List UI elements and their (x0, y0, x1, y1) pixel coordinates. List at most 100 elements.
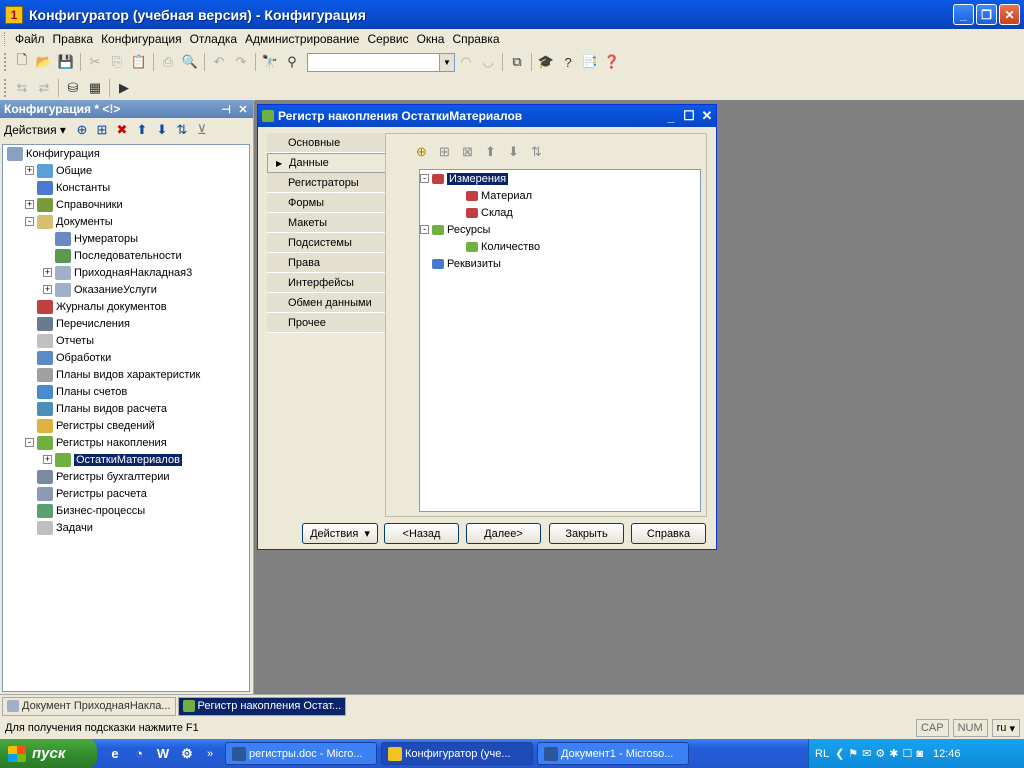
word-icon[interactable]: W (153, 744, 173, 764)
config-tree-item[interactable]: Регистры сведений (25, 417, 155, 434)
menu-file[interactable]: Файл (11, 32, 49, 46)
dialog-tab[interactable]: Регистраторы (267, 173, 385, 193)
config-tree-item[interactable]: Последовательности (43, 247, 182, 264)
config-tree-item[interactable]: Нумераторы (43, 230, 138, 247)
expander-icon[interactable]: + (25, 200, 34, 209)
add-child-icon[interactable]: ⊞ (92, 122, 112, 138)
show-desktop-icon[interactable]: ⚙ (177, 744, 197, 764)
config-tree-item[interactable]: Регистры бухгалтерии (25, 468, 170, 485)
expander-icon[interactable]: + (25, 166, 34, 175)
structure-tree-item[interactable]: - Ресурсы (420, 221, 490, 238)
structure-tree-item[interactable]: Материал (454, 187, 532, 204)
config-tree-item[interactable]: Отчеты (25, 332, 94, 349)
tray-icon-3[interactable]: ⚙ (875, 747, 885, 760)
move-down-icon[interactable]: ⬇ (152, 122, 172, 138)
structure-tree-item[interactable]: Количество (454, 238, 540, 255)
copy-icon[interactable]: ⎘ (106, 51, 128, 73)
task-configurator[interactable]: Конфигуратор (уче... (381, 742, 533, 765)
config-tree-item[interactable]: Конфигурация (7, 145, 100, 162)
config-tree-item[interactable]: + Общие (25, 162, 92, 179)
cut-icon[interactable]: ✂ (84, 51, 106, 73)
menu-configuration[interactable]: Конфигурация (97, 32, 186, 46)
dialog-tab[interactable]: Макеты (267, 213, 385, 233)
new-file-icon[interactable]: 🗋 (11, 51, 33, 73)
panel-actions-button[interactable]: Действия ▾ (4, 123, 66, 137)
help-contents-icon[interactable]: 📑 (579, 51, 601, 73)
dialog-tab[interactable]: Обмен данными (267, 293, 385, 313)
config-tree-item[interactable]: - Документы (25, 213, 113, 230)
copy-item-icon[interactable]: ⊞ (433, 144, 456, 160)
help-1c-icon[interactable]: ❓ (601, 51, 623, 73)
explorer-icon[interactable]: ◔ (129, 744, 149, 764)
add-item-icon[interactable]: ⊕ (410, 144, 433, 160)
print-icon[interactable]: ⎙ (157, 51, 179, 73)
close-dialog-button[interactable]: Закрыть (549, 523, 624, 544)
config-tree-item[interactable]: + ПриходнаяНакладная3 (43, 264, 192, 281)
config-tree-item[interactable]: Обработки (25, 349, 111, 366)
config-tree-item[interactable]: Задачи (25, 519, 93, 536)
config-tree-item[interactable]: Планы счетов (25, 383, 127, 400)
tray-icon-4[interactable]: ✱ (889, 747, 898, 760)
next-button[interactable]: Далее> (466, 523, 541, 544)
config-tree-item[interactable]: + Справочники (25, 196, 123, 213)
menu-service[interactable]: Сервис (363, 32, 412, 46)
tray-icon-2[interactable]: ✉ (862, 747, 871, 760)
config-tree-item[interactable]: Планы видов характеристик (25, 366, 200, 383)
help-search-icon[interactable]: ? (557, 51, 579, 73)
delete-icon[interactable]: ✖ (112, 122, 132, 138)
help-button[interactable]: Справка (631, 523, 706, 544)
close-button[interactable]: ✕ (999, 4, 1020, 25)
minimize-button[interactable]: _ (953, 4, 974, 25)
task-word-registers[interactable]: регистры.doc - Micro... (225, 742, 377, 765)
filter-icon[interactable]: ⊻ (192, 122, 212, 138)
dialog-tab[interactable]: Формы (267, 193, 385, 213)
dialog-tab[interactable]: Подсистемы (267, 233, 385, 253)
add-icon[interactable]: ⊕ (72, 122, 92, 138)
dialog-maximize-icon[interactable]: ☐ (680, 108, 698, 124)
dialog-tab[interactable]: Основные (267, 133, 385, 153)
task-word-document1[interactable]: Документ1 - Microso... (537, 742, 689, 765)
tray-icon-5[interactable]: ☐ (902, 747, 912, 760)
save-icon[interactable]: 💾 (55, 51, 77, 73)
restore-button[interactable]: ❐ (976, 4, 997, 25)
compare-icon[interactable]: ⇆ (11, 77, 33, 99)
quicklaunch-expand-icon[interactable]: » (207, 748, 221, 760)
preview-icon[interactable]: 🔍 (179, 51, 201, 73)
undo-icon[interactable]: ↶ (208, 51, 230, 73)
down-item-icon[interactable]: ⬇ (502, 144, 525, 160)
ie-icon[interactable]: e (105, 744, 125, 764)
search-combo[interactable]: ▼ (307, 52, 455, 72)
pin-icon[interactable]: ⊣ (219, 103, 233, 116)
up-item-icon[interactable]: ⬆ (479, 144, 502, 160)
panel-close-icon[interactable]: ✕ (236, 103, 250, 116)
dialog-actions-button[interactable]: Действия ▾ (302, 523, 378, 544)
expander-icon[interactable]: + (43, 285, 52, 294)
menu-administration[interactable]: Администрирование (241, 32, 363, 46)
configuration-tree[interactable]: Конфигурация + Общие Константы + Справочники -… (2, 144, 250, 692)
tray-expand-icon[interactable]: ❮ (835, 747, 844, 760)
config-tree-item[interactable]: Перечисления (25, 315, 130, 332)
language-indicator[interactable]: ru ▾ (991, 719, 1020, 737)
dialog-tab[interactable]: Данные (267, 153, 385, 173)
sort-item-icon[interactable]: ⇅ (525, 144, 548, 160)
delete-item-icon[interactable]: ⊠ (456, 144, 479, 160)
structure-tree-item[interactable]: - Измерения (420, 170, 509, 187)
expander-icon[interactable]: - (420, 174, 429, 183)
assistant-icon[interactable]: 🎓 (535, 51, 557, 73)
config-tree-item[interactable]: Журналы документов (25, 298, 167, 315)
main-title-bar[interactable]: 1 Конфигуратор (учебная версия) - Конфиг… (0, 0, 1024, 29)
window-tab-register[interactable]: Регистр накопления Остат... (177, 696, 347, 716)
expander-icon[interactable]: - (25, 217, 34, 226)
open-folder-icon[interactable]: 📂 (33, 51, 55, 73)
config-tree-item[interactable]: + ОстаткиМатериалов (43, 451, 182, 468)
config-tree-item[interactable]: Бизнес-процессы (25, 502, 145, 519)
move-up-icon[interactable]: ⬆ (132, 122, 152, 138)
update-db-icon[interactable]: ⛁ (62, 77, 84, 99)
run-debug-icon[interactable]: ▶ (113, 77, 135, 99)
menu-windows[interactable]: Окна (413, 32, 449, 46)
config-tree-item[interactable]: Планы видов расчета (25, 400, 167, 417)
chevron-down-icon[interactable]: ▼ (439, 53, 454, 71)
dialog-title-bar[interactable]: Регистр накопления ОстаткиМатериалов _ ☐… (258, 105, 716, 127)
dialog-tab[interactable]: Прочее (267, 313, 385, 333)
paste-icon[interactable]: 📋 (128, 51, 150, 73)
